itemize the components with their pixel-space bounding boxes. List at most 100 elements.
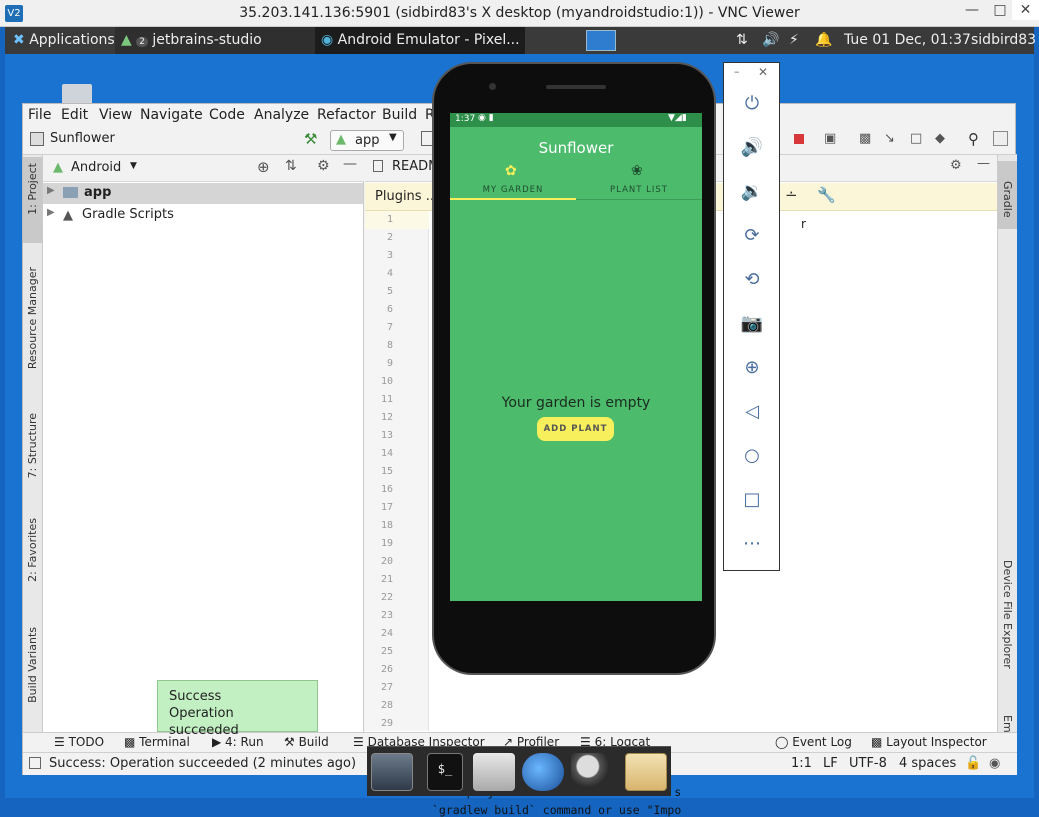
web-browser-icon[interactable]	[522, 753, 564, 791]
tab-event-log[interactable]: ◯ Event Log	[775, 735, 852, 749]
search-app-icon[interactable]	[571, 753, 613, 791]
back-icon[interactable]: ◁	[739, 399, 765, 425]
plugins-icon[interactable]: ◆	[935, 131, 945, 146]
home-folder-icon[interactable]	[473, 753, 515, 791]
markdown-file-icon	[373, 160, 383, 172]
show-desktop-icon[interactable]	[371, 753, 413, 791]
wrench-icon[interactable]: 🔧	[817, 186, 836, 204]
taskbar-window-emulator[interactable]: ◉ Android Emulator - Pixel...	[315, 27, 525, 54]
terminal-icon[interactable]: $_	[427, 753, 463, 791]
camera-icon[interactable]: 📷	[739, 311, 765, 337]
tool-window-build-variants[interactable]: Build Variants	[26, 627, 39, 703]
file-manager-icon[interactable]	[625, 753, 667, 791]
avd-manager-icon[interactable]: ▩	[859, 131, 871, 146]
maximize-icon[interactable]: □	[986, 0, 1014, 20]
flower-icon: ✿	[505, 163, 517, 179]
volume-down-icon[interactable]: 🔉	[739, 179, 765, 205]
locate-target-icon[interactable]: ⊕	[257, 158, 270, 176]
zoom-icon[interactable]: ⊕	[739, 355, 765, 381]
menu-edit[interactable]: Edit	[61, 107, 88, 123]
run-config-select[interactable]: ▲ app ▼	[330, 130, 404, 151]
tab-my-garden[interactable]: MY GARDEN	[450, 185, 576, 195]
taskbar-window-studio[interactable]: ▲ 2 jetbrains-studio	[115, 27, 315, 54]
menu-navigate[interactable]: Navigate	[140, 107, 203, 123]
tool-window-gradle[interactable]: Gradle	[1001, 181, 1014, 218]
phone-status-bar: 1:37 ◉ ▮ ▼◢▮	[450, 113, 702, 127]
tab-plant-list[interactable]: PLANT LIST	[576, 185, 702, 195]
search-icon[interactable]: ⚲	[968, 130, 979, 148]
menu-view[interactable]: View	[99, 107, 132, 123]
rotate-left-icon[interactable]: ⟳	[739, 223, 765, 249]
tool-window-structure[interactable]: 7: Structure	[26, 413, 39, 478]
tool-window-project[interactable]: 1: Project	[26, 163, 39, 215]
notification-bell-icon[interactable]: 🔔	[809, 27, 838, 54]
more-icon[interactable]: ⋯	[739, 531, 765, 557]
line-number: 11	[380, 394, 393, 405]
tool-window-favorites[interactable]: 2: Favorites	[26, 518, 39, 582]
indent-setting[interactable]: 4 spaces	[899, 756, 956, 771]
workspace-indicator[interactable]	[586, 30, 616, 51]
hide-panel-icon[interactable]: —	[343, 156, 357, 172]
network-icon[interactable]: ⇅	[730, 27, 754, 54]
project-panel: ▲ Android ▼ ⊕ ⇅ ⚙ — ▶ app ▶ ▲ Gradle Scr…	[43, 155, 364, 732]
inspector-icon[interactable]: ◉	[989, 756, 1000, 771]
power-manager-icon[interactable]: ⚡	[783, 27, 805, 54]
tool-window-device-file-explorer[interactable]: Device File Explorer	[1001, 560, 1014, 669]
avatar[interactable]	[993, 131, 1008, 146]
rotate-right-icon[interactable]: ⟲	[739, 267, 765, 293]
gear-icon[interactable]: ⚙	[317, 158, 330, 174]
device-manager-icon[interactable]: □	[910, 131, 922, 146]
minimize-icon[interactable]: —	[958, 0, 986, 20]
notification-icons: ◉ ▮	[478, 113, 494, 123]
desktop-taskbar: ✖ Applications ▲ 2 jetbrains-studio ◉ An…	[5, 27, 1036, 54]
line-number: 23	[380, 610, 393, 621]
stop-icon[interactable]	[794, 134, 804, 144]
user-name[interactable]: sidbird83	[965, 27, 1039, 54]
hide-panel-icon[interactable]: —	[977, 156, 990, 171]
status-message[interactable]: Success: Operation succeeded (2 minutes …	[49, 756, 356, 771]
minimize-icon[interactable]: –	[734, 65, 740, 78]
gear-icon[interactable]: ⚙	[950, 158, 962, 173]
expand-arrow-icon[interactable]: ▶	[47, 207, 55, 218]
overview-icon[interactable]: □	[739, 487, 765, 513]
tree-row-app[interactable]: ▶ app	[43, 183, 363, 204]
file-encoding[interactable]: UTF-8	[849, 756, 887, 771]
lock-icon[interactable]: 🔓	[965, 756, 981, 771]
close-icon[interactable]: ✕	[758, 65, 768, 79]
menu-code[interactable]: Code	[209, 107, 245, 123]
caret-position[interactable]: 1:1	[791, 756, 812, 771]
code-line-28[interactable]: `gradlew build` command or use "Impo	[432, 803, 681, 817]
status-panel-toggle-icon[interactable]	[29, 757, 41, 769]
split-editor-icon[interactable]: ∸	[785, 186, 798, 204]
tab-layout-inspector[interactable]: ▩ Layout Inspector	[871, 735, 987, 749]
menu-build[interactable]: Build	[382, 107, 417, 123]
volume-icon[interactable]: 🔊	[756, 27, 785, 54]
clock[interactable]: Tue 01 Dec, 01:37	[838, 27, 977, 54]
power-icon[interactable]: ⏻	[739, 91, 765, 117]
project-view-select[interactable]: Android	[71, 160, 121, 175]
menu-analyze[interactable]: Analyze	[254, 107, 309, 123]
tab-todo[interactable]: ☰ TODO	[54, 735, 104, 749]
expand-arrow-icon[interactable]: ▶	[47, 185, 55, 196]
plugins-banner-text[interactable]: Plugins ...	[375, 189, 438, 204]
hammer-icon[interactable]: ⚒	[304, 130, 317, 148]
tree-row-gradle[interactable]: ▶ ▲ Gradle Scripts	[43, 205, 363, 226]
window-label: Android Emulator - Pixel...	[337, 32, 520, 48]
android-studio-icon: ▲	[121, 32, 132, 48]
sync-project-icon[interactable]: ▣	[824, 131, 836, 146]
menu-file[interactable]: File	[28, 107, 51, 123]
tool-window-resource-manager[interactable]: Resource Manager	[26, 267, 39, 369]
line-number: 9	[386, 358, 393, 369]
menu-refactor[interactable]: Refactor	[317, 107, 376, 123]
volume-up-icon[interactable]: 🔊	[739, 135, 765, 161]
project-name[interactable]: Sunflower	[50, 131, 115, 146]
add-plant-button[interactable]: ADD PLANT	[537, 417, 614, 441]
success-toast[interactable]: Success Operation succeeded	[157, 680, 318, 738]
home-icon[interactable]: ○	[739, 443, 765, 469]
applications-menu[interactable]: ✖ Applications	[7, 27, 121, 54]
sdk-manager-icon[interactable]: ↘	[884, 131, 895, 146]
close-icon[interactable]: ✕	[1012, 0, 1039, 20]
line-separator[interactable]: LF	[823, 756, 838, 771]
collapse-all-icon[interactable]: ⇅	[285, 158, 297, 174]
chevron-down-icon[interactable]: ▼	[130, 161, 137, 171]
